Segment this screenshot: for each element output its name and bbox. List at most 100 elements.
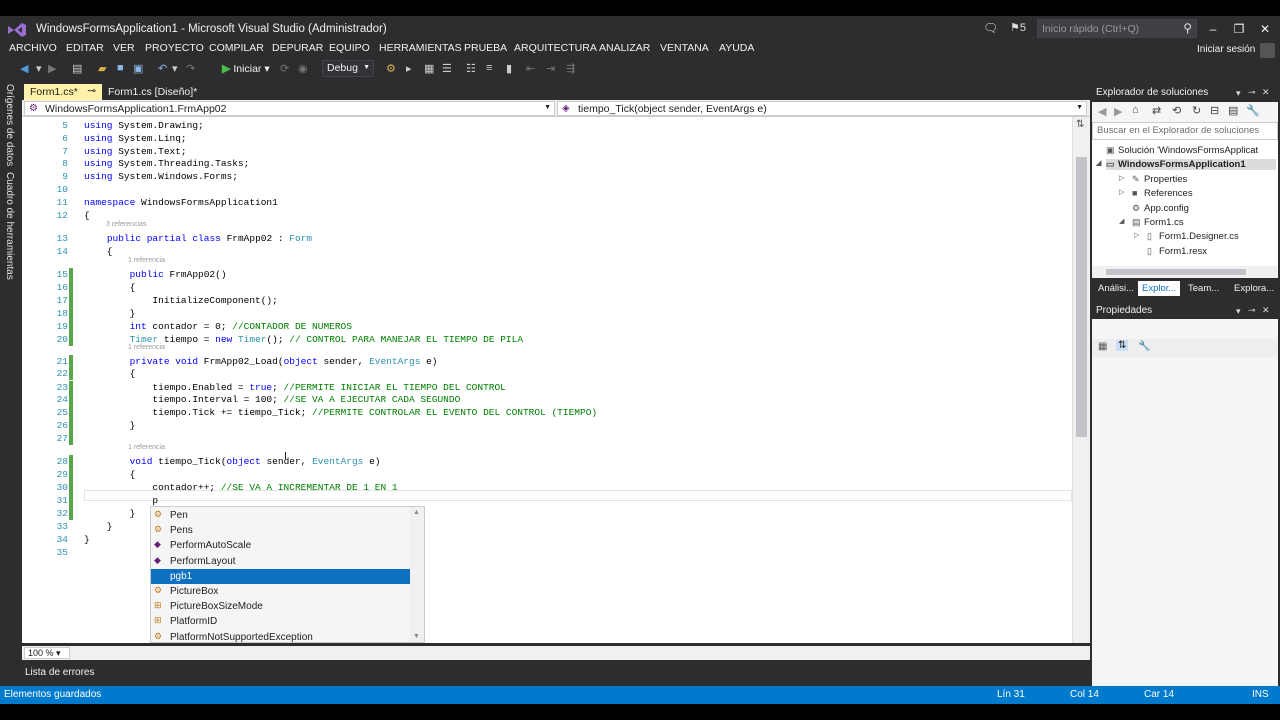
intellisense-item[interactable]: ⊞ PlatformID	[151, 614, 410, 629]
tree-node-project[interactable]: ◢ ▭ WindowsFormsApplication1	[1096, 159, 1276, 170]
intellisense-item[interactable]: ⚙ PlatformNotSupportedException	[151, 630, 410, 645]
tab-solution-explorer[interactable]: Explor...	[1138, 281, 1181, 296]
scroll-up-icon[interactable]: ▲	[413, 509, 420, 516]
codelens-references[interactable]: 1 referencia	[128, 344, 165, 351]
save-all-icon[interactable]: ▣	[133, 62, 143, 75]
sign-in-link[interactable]: Iniciar sesión	[1197, 44, 1255, 55]
tree-node-app-config[interactable]: ⚙ App.config	[1132, 203, 1189, 214]
intellisense-item[interactable]: ⚙ Pens	[151, 523, 410, 538]
toolbox-tab[interactable]: Cuadro de herramientas	[4, 172, 15, 280]
tree-node-solution[interactable]: ▣ Solución 'WindowsFormsApplicat	[1106, 145, 1258, 156]
collapse-arrow-icon[interactable]: ◢	[1096, 159, 1101, 167]
expand-arrow-icon[interactable]: ▷	[1134, 231, 1139, 239]
expand-arrow-icon[interactable]: ▷	[1119, 188, 1124, 196]
comment-icon[interactable]: ≡	[486, 62, 492, 74]
scroll-down-icon[interactable]: ▼	[413, 633, 420, 640]
pin-icon[interactable]: ⊸	[1248, 87, 1256, 98]
feedback-icon[interactable]: 🗨	[983, 21, 998, 35]
collapse-all-icon[interactable]: ⊟	[1210, 104, 1219, 117]
data-sources-tab[interactable]: Orígenes de datos	[4, 84, 15, 166]
property-pages-icon[interactable]: 🔧	[1138, 341, 1150, 352]
find-in-files-icon[interactable]: ⚙	[386, 62, 396, 75]
undo-icon[interactable]: ↶	[158, 62, 167, 75]
close-icon[interactable]: ✕	[1262, 87, 1270, 98]
start-debugging-button[interactable]: ▶ Iniciar ▾	[222, 62, 270, 75]
show-all-files-icon[interactable]: ▤	[1228, 104, 1238, 117]
avatar[interactable]	[1260, 43, 1275, 58]
scrollbar-thumb[interactable]	[1076, 157, 1087, 437]
browser-icon[interactable]: ◉	[298, 62, 308, 75]
menu-prueba[interactable]: PRUEBA	[464, 42, 507, 54]
indent-icon[interactable]: ☰	[442, 62, 452, 75]
solution-horizontal-scrollbar[interactable]	[1092, 266, 1278, 278]
zoom-select[interactable]: 100 % ▾	[24, 647, 70, 659]
new-project-icon[interactable]: ▤	[72, 62, 82, 75]
back-icon[interactable]: ◀	[20, 62, 28, 75]
tree-node-form1-cs[interactable]: ◢ ▤ Form1.cs	[1119, 217, 1184, 228]
tab-team-explorer[interactable]: Team...	[1184, 281, 1223, 296]
toolbar-overflow-icon[interactable]: ▸	[406, 62, 412, 75]
bookmark-icon[interactable]: ▮	[506, 62, 512, 75]
class-selector[interactable]: ⚙ WindowsFormsApplication1.FrmApp02 ▼	[24, 101, 555, 116]
vertical-scrollbar[interactable]: ⇅	[1072, 117, 1090, 643]
intellisense-item[interactable]: ◆ PerformAutoScale	[151, 538, 410, 553]
back-icon[interactable]: ◀	[1098, 105, 1106, 118]
back-dropdown-icon[interactable]: ▾	[36, 62, 42, 75]
sync-icon[interactable]: ⇄	[1152, 104, 1161, 117]
menu-ventana[interactable]: VENTANA	[660, 42, 709, 54]
tab-form1-cs[interactable]: Form1.cs* ⊸	[24, 84, 102, 100]
intellisense-scrollbar[interactable]: ▲ ▼	[410, 507, 424, 642]
menu-analizar[interactable]: ANALIZAR	[599, 42, 650, 54]
minimize-button[interactable]: –	[1200, 19, 1226, 39]
intellisense-item[interactable]: ⚙ PictureBox	[151, 584, 410, 599]
pane-dropdown-icon[interactable]: ▾	[1236, 306, 1241, 317]
next-bookmark-icon[interactable]: ⇥	[546, 62, 555, 75]
menu-herramientas[interactable]: HERRAMIENTAS	[379, 42, 462, 54]
refresh-icon[interactable]: ⟳	[280, 62, 289, 75]
home-icon[interactable]: ⌂	[1132, 104, 1139, 116]
split-icon[interactable]: ⇅	[1076, 119, 1084, 130]
intellisense-item[interactable]: ◆ PerformLayout	[151, 554, 410, 569]
prev-bookmark-icon[interactable]: ⇤	[526, 62, 535, 75]
pane-dropdown-icon[interactable]: ▾	[1236, 88, 1241, 99]
intellisense-list[interactable]: ⚙ Pen ⚙ Pens ◆ PerformAutoScale ◆ PerformLayout…	[150, 506, 425, 643]
redo-icon[interactable]: ↷	[186, 62, 195, 75]
error-list-tab[interactable]: Lista de errores	[25, 667, 94, 678]
close-icon[interactable]: ✕	[1262, 305, 1270, 316]
open-folder-icon[interactable]: ▰	[98, 62, 106, 75]
tab-analysis[interactable]: Análisi...	[1094, 281, 1138, 296]
codelens-references[interactable]: 3 referencias	[106, 221, 146, 228]
restore-button[interactable]: ❐	[1226, 19, 1252, 39]
menu-ayuda[interactable]: AYUDA	[719, 42, 754, 54]
menu-proyecto[interactable]: PROYECTO	[145, 42, 204, 54]
forward-icon[interactable]: ▶	[48, 62, 56, 75]
close-button[interactable]: ✕	[1252, 19, 1278, 39]
tab-form1-designer[interactable]: Form1.cs [Diseño]*	[102, 84, 203, 100]
scrollbar-thumb[interactable]	[1106, 269, 1246, 275]
properties-icon[interactable]: 🔧	[1246, 104, 1260, 117]
refresh-icon[interactable]: ↻	[1192, 104, 1201, 117]
intellisense-item[interactable]: ⊞ PictureBoxSizeMode	[151, 599, 410, 614]
alphabetical-icon[interactable]: ⇅	[1116, 340, 1129, 351]
menu-depurar[interactable]: DEPURAR	[272, 42, 323, 54]
menu-archivo[interactable]: ARCHIVO	[9, 42, 57, 54]
undo-dropdown-icon[interactable]: ▾	[172, 62, 178, 75]
tree-node-properties[interactable]: ▷ ✎ Properties	[1119, 174, 1187, 185]
tree-node-form1-resx[interactable]: ▯ Form1.resx	[1147, 246, 1207, 257]
forward-icon[interactable]: ▶	[1114, 105, 1122, 118]
categorized-icon[interactable]: ▦	[1098, 341, 1107, 352]
tree-node-references[interactable]: ▷ ■ References	[1119, 188, 1193, 199]
outdent-icon[interactable]: ☷	[466, 62, 476, 75]
menu-editar[interactable]: EDITAR	[66, 42, 104, 54]
notifications-flag-icon[interactable]: ⚑5	[1010, 21, 1026, 34]
menu-arquitectura[interactable]: ARQUITECTURA	[514, 42, 597, 54]
clear-bookmarks-icon[interactable]: ⇶	[566, 62, 575, 75]
codelens-references[interactable]: 1 referencia	[128, 257, 165, 264]
tab-other-explorer[interactable]: Explora...	[1230, 281, 1278, 296]
codelens-references[interactable]: 1 referencia	[128, 444, 165, 451]
pin-icon[interactable]: ⊸	[1248, 305, 1256, 316]
pin-icon[interactable]: ⊸	[87, 85, 96, 97]
intellisense-item[interactable]: ◆ pgb1	[151, 568, 410, 584]
quick-launch-input[interactable]: Inicio rápido (Ctrl+Q) ⚲	[1037, 19, 1197, 38]
member-selector[interactable]: ◈ tiempo_Tick(object sender, EventArgs e)…	[557, 101, 1087, 116]
